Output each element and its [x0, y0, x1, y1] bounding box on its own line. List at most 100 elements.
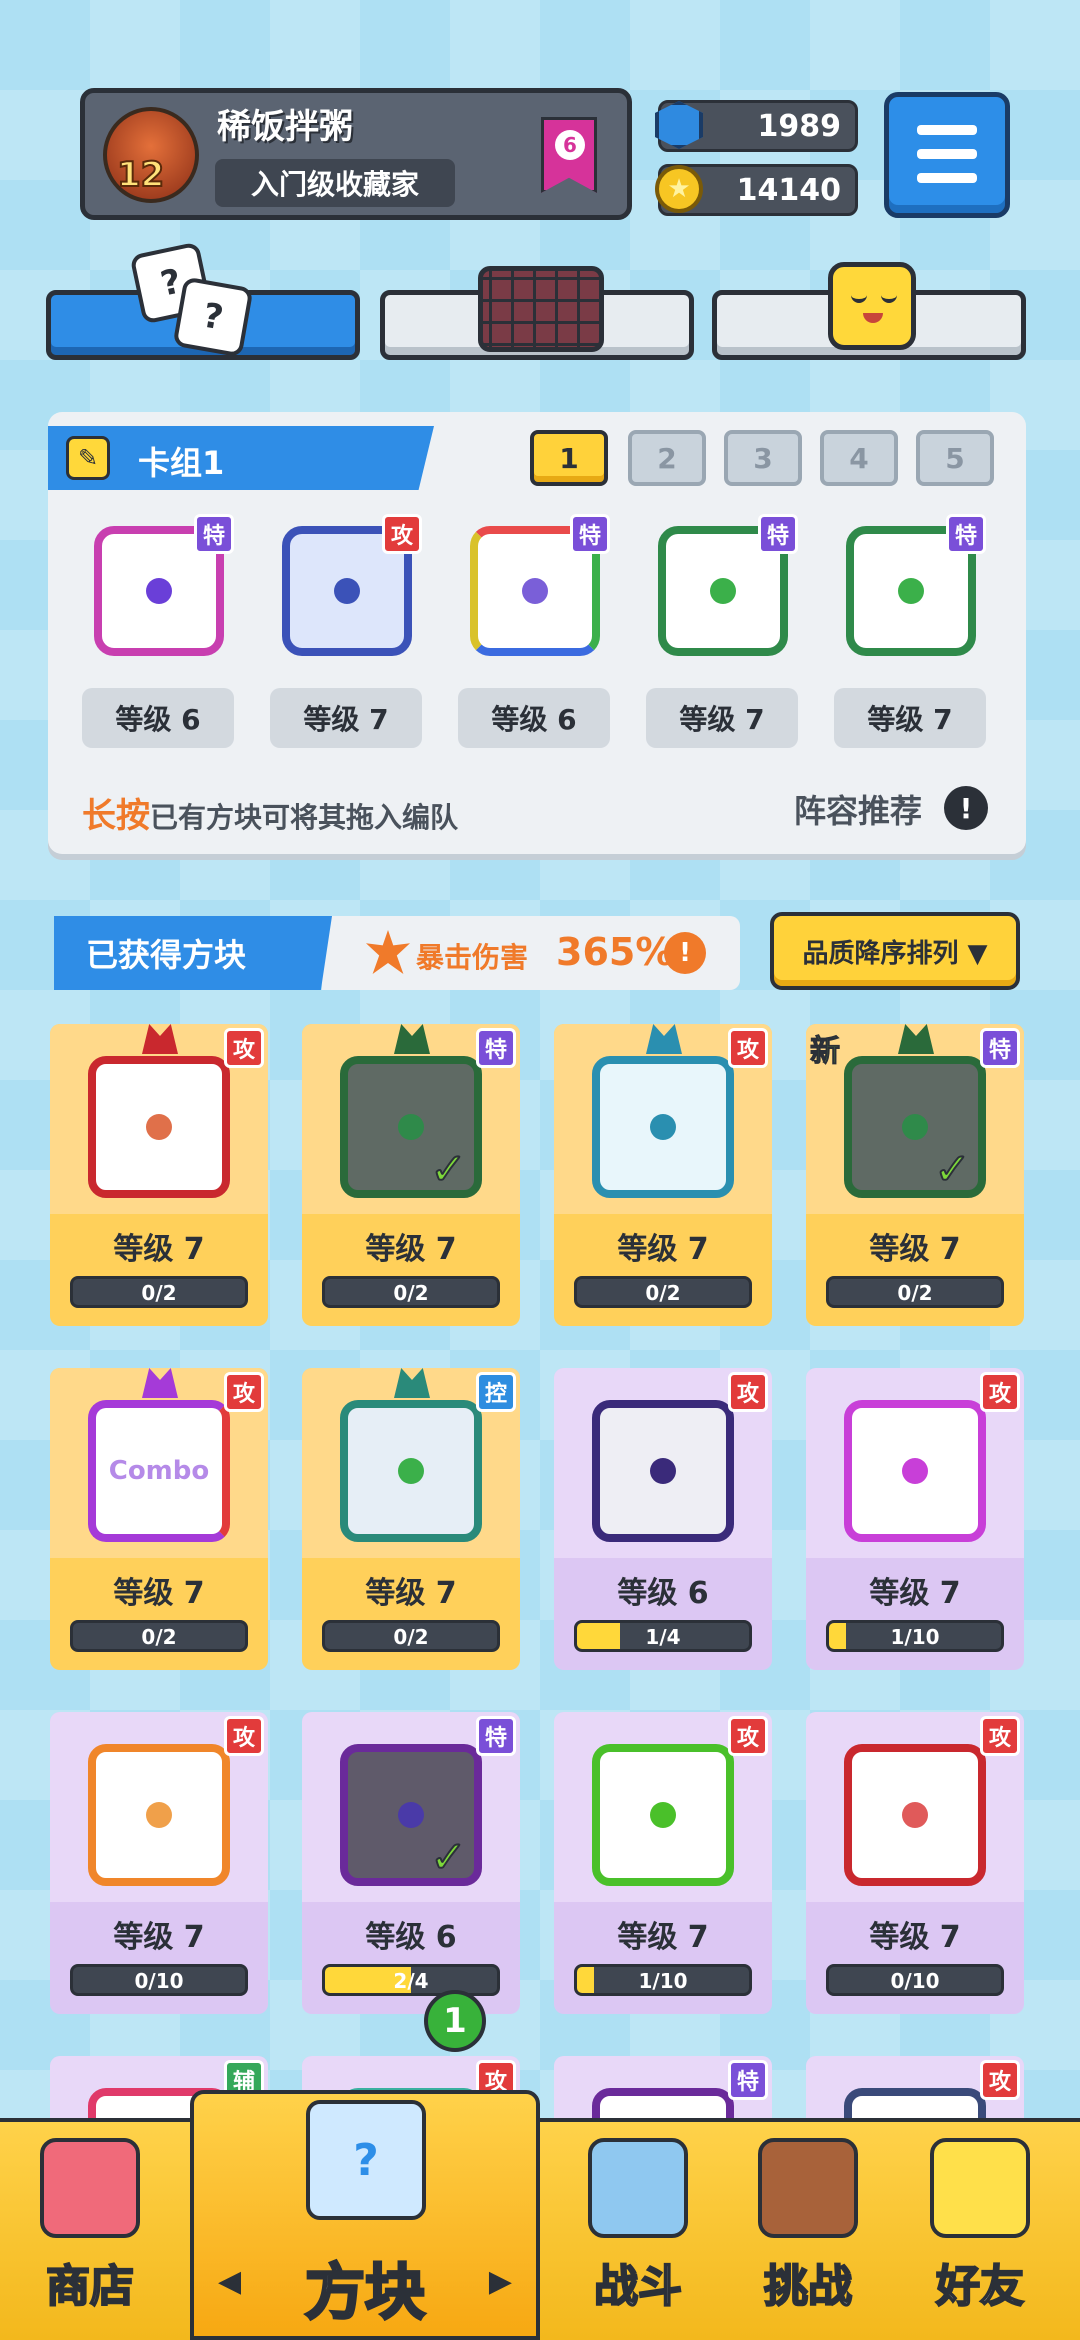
owned-dice-card[interactable]: ✓ 特 等级 6 2/4 [302, 1712, 520, 2014]
owned-dice-card[interactable]: 攻 等级 7 1/10 [806, 1368, 1024, 1670]
in-deck-check-icon: ✓ [429, 1831, 468, 1884]
board-icon [478, 266, 604, 352]
crit-info-icon[interactable]: ! [664, 932, 706, 974]
owned-dice-card[interactable]: 攻 等级 6 1/4 [554, 1368, 772, 1670]
dice-icon-2: ? [172, 276, 254, 358]
player-title: 入门级收藏家 [215, 159, 455, 207]
owned-dice-card[interactable]: 攻 等级 7 0/10 [50, 1712, 268, 2014]
profile-card[interactable]: 12 稀饭拌粥 入门级收藏家 6 [80, 88, 632, 220]
coin-counter[interactable]: ★ 14140 [655, 164, 858, 216]
deck-panel: ✎ 卡组1 1 2 3 4 5 特 攻 特 特 特 等级 6 等级 7 等级 6… [48, 412, 1026, 854]
type-badge: 特 [570, 514, 610, 554]
dice-face [592, 1056, 734, 1198]
dice-level: 等级 6 [617, 1576, 709, 1611]
dice-box-icon: ? [306, 2100, 426, 2220]
dice-level: 等级 7 [113, 1920, 205, 1955]
gem-count: 1989 [757, 109, 842, 144]
nav-challenge-label: 挑战 [763, 2260, 853, 2313]
deck-card[interactable]: 攻 [272, 514, 422, 664]
player-name: 稀饭拌粥 [217, 107, 353, 147]
edit-pencil-icon[interactable]: ✎ [66, 436, 110, 480]
crit-value: 365% [556, 930, 674, 974]
type-badge: 攻 [728, 1028, 768, 1068]
owned-dice-card[interactable]: 攻 等级 7 0/2 [50, 1024, 268, 1326]
deck-slot-1[interactable]: 1 [530, 430, 608, 486]
drag-hint: 长按已有方块可将其拖入编队 [82, 788, 458, 837]
type-badge: 特 [476, 1028, 516, 1068]
nav-battle[interactable]: 战斗 [548, 2118, 728, 2340]
deck-card-level: 等级 6 [458, 688, 610, 748]
type-badge: 攻 [980, 1716, 1020, 1756]
player-level: 12 [116, 154, 165, 196]
dice-level: 等级 7 [365, 1576, 457, 1611]
deck-header[interactable]: ✎ 卡组1 [48, 426, 434, 490]
deck-card-level: 等级 7 [646, 688, 798, 748]
nav-friends[interactable]: 好友 [890, 2118, 1070, 2340]
upgrade-progress: 0/10 [70, 1964, 248, 1996]
nav-dice[interactable]: ? ◀ ▶ 方块 [190, 2090, 540, 2340]
dice-face [88, 1056, 230, 1198]
deck-card[interactable]: 特 [648, 514, 798, 664]
sort-dropdown[interactable]: 品质降序排列 ▼ [770, 912, 1020, 990]
owned-dice-card[interactable]: 控 等级 7 0/2 [302, 1368, 520, 1670]
drag-hint-text: 已有方块可将其拖入编队 [150, 801, 459, 834]
upgrade-progress: 0/2 [574, 1276, 752, 1308]
coin-count: 14140 [736, 173, 841, 208]
dice-face: Combo [88, 1400, 230, 1542]
drag-hint-emphasis: 长按 [82, 796, 150, 836]
rank-number: 6 [555, 130, 585, 160]
recommend-lineup-link[interactable]: 阵容推荐 [794, 786, 922, 832]
owned-dice-card[interactable]: ✓ 新 特 等级 7 0/2 [806, 1024, 1024, 1326]
owned-dice-card[interactable]: 攻 等级 7 0/2 [554, 1024, 772, 1326]
menu-button[interactable] [884, 92, 1010, 218]
type-badge: 控 [476, 1372, 516, 1412]
deck-card-level: 等级 6 [82, 688, 234, 748]
type-badge: 特 [476, 1716, 516, 1756]
owned-dice-card[interactable]: 攻 等级 7 1/10 [554, 1712, 772, 2014]
deck-slot-4[interactable]: 4 [820, 430, 898, 486]
dice-level: 等级 7 [113, 1576, 205, 1611]
deck-card[interactable]: 特 [460, 514, 610, 664]
dice-face [340, 1400, 482, 1542]
dice-level: 等级 7 [869, 1576, 961, 1611]
dice-level: 等级 7 [617, 1920, 709, 1955]
dice-level: 等级 6 [365, 1920, 457, 1955]
deck-card[interactable]: 特 [836, 514, 986, 664]
new-tag: 新 [810, 1034, 841, 1070]
deck-card-level: 等级 7 [834, 688, 986, 748]
upgrade-progress: 1/10 [574, 1964, 752, 1996]
nav-shop-label: 商店 [45, 2260, 135, 2313]
deck-card-level: 等级 7 [270, 688, 422, 748]
owned-dice-header: 已获得方块 [54, 916, 332, 990]
deck-title: 卡组1 [138, 444, 225, 482]
type-badge: 特 [758, 514, 798, 554]
gem-counter[interactable]: 1989 [655, 100, 858, 152]
deck-slot-3[interactable]: 3 [724, 430, 802, 486]
combo-text: Combo [108, 1456, 210, 1486]
type-badge: 攻 [382, 514, 422, 554]
deck-slot-2[interactable]: 2 [628, 430, 706, 486]
deck-card[interactable]: 特 [84, 514, 234, 664]
dice-face [592, 1400, 734, 1542]
owned-dice-card[interactable]: 攻 等级 7 0/10 [806, 1712, 1024, 2014]
nav-shop[interactable]: 商店 [0, 2118, 180, 2340]
dice-level: 等级 7 [365, 1232, 457, 1267]
owned-dice-card[interactable]: ✓ 特 等级 7 0/2 [302, 1024, 520, 1326]
nav-challenge[interactable]: 挑战 [718, 2118, 898, 2340]
in-deck-check-icon: ✓ [933, 1143, 972, 1196]
hamburger-icon [917, 125, 977, 135]
owned-dice-card[interactable]: Combo 攻 等级 7 0/2 [50, 1368, 268, 1670]
crit-damage-bar[interactable]: 暴击伤害 365% ! [322, 916, 740, 990]
type-badge: 攻 [980, 1372, 1020, 1412]
deck-slot-5[interactable]: 5 [916, 430, 994, 486]
info-icon[interactable]: ! [944, 786, 988, 830]
type-badge: 攻 [728, 1716, 768, 1756]
dice-level: 等级 7 [617, 1232, 709, 1267]
in-deck-check-icon: ✓ [429, 1143, 468, 1196]
gem-icon [655, 101, 703, 149]
upgrade-progress: 2/4 [322, 1964, 500, 1996]
type-badge: 特 [728, 2060, 768, 2100]
shop-icon [40, 2138, 140, 2238]
upgrade-progress: 0/2 [70, 1276, 248, 1308]
upgrade-progress: 0/2 [322, 1276, 500, 1308]
